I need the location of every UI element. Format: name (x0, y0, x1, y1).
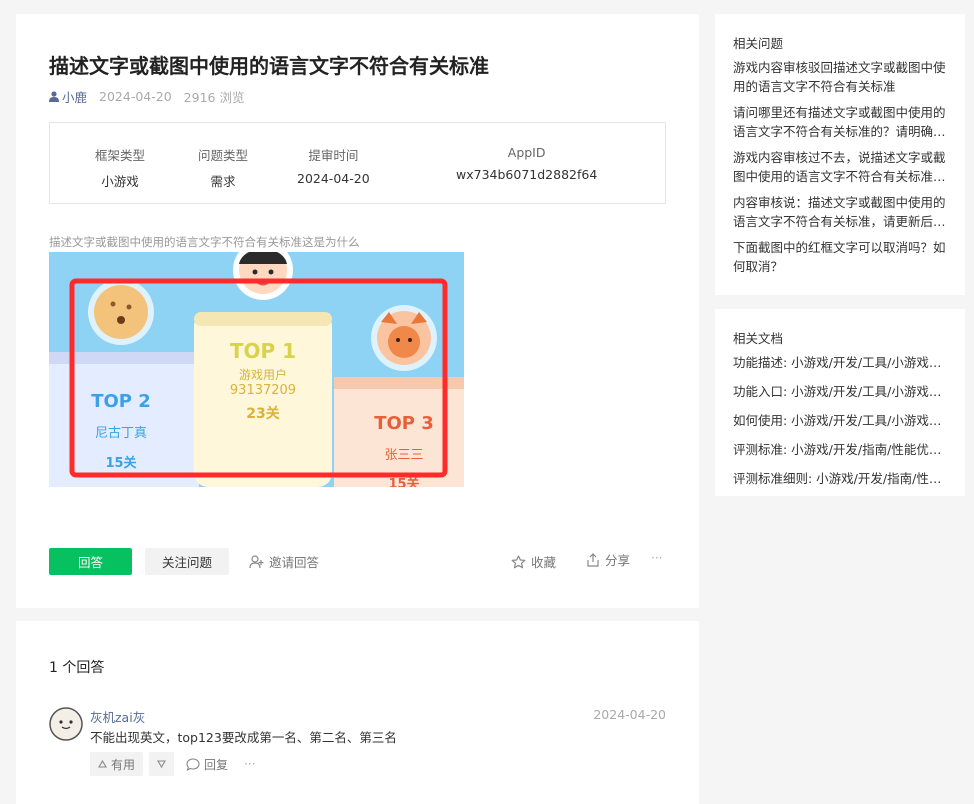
screenshot-top2-label: TOP 2 (91, 391, 151, 412)
info-type-value: 需求 (210, 174, 236, 189)
star-icon (511, 554, 526, 568)
screenshot-top2-level: 15关 (105, 455, 136, 471)
related-docs-title: 相关文档 (733, 331, 784, 346)
question-card: 描述文字或截图中使用的语言文字不符合有关标准 小鹿 2024-04-20 291… (16, 14, 699, 608)
reply-button[interactable]: 回复 (186, 752, 228, 776)
info-type: 问题类型 需求 (198, 145, 248, 190)
answers-card: 1 个回答 灰机zai灰 2024-04-20 不能出现英文，top123要改成… (16, 621, 699, 804)
screenshot-top1-level: 23关 (246, 405, 279, 422)
invite-answer-button[interactable]: 邀请回答 (249, 548, 319, 575)
related-doc-item[interactable]: 功能入口: 小游戏/开发/工具/小游戏调... (733, 382, 947, 401)
info-submit-time: 提审时间 2024-04-20 (297, 145, 370, 186)
answer-content: 不能出现英文，top123要改成第一名、第二名、第三名 (90, 730, 397, 745)
avatar[interactable] (49, 707, 83, 741)
answer-author[interactable]: 灰机zai灰 (90, 707, 145, 726)
answer-button[interactable]: 回答 (49, 548, 132, 575)
info-type-header: 问题类型 (198, 148, 249, 163)
favorite-label: 收藏 (531, 555, 557, 570)
related-docs-panel: 相关文档 功能描述: 小游戏/开发/工具/小游戏调... 功能入口: 小游戏/开… (715, 309, 965, 496)
screenshot-top1-name: 游戏用户 (239, 367, 287, 382)
related-questions-panel: 相关问题 游戏内容审核驳回描述文字或截图中使用的语言文字不符合有关标准 请问哪里… (715, 14, 965, 295)
related-doc-item[interactable]: 如何使用: 小游戏/开发/工具/小游戏调... (733, 411, 947, 430)
share-button[interactable]: 分享 (586, 546, 630, 573)
related-docs-list: 功能描述: 小游戏/开发/工具/小游戏调... 功能入口: 小游戏/开发/工具/… (733, 353, 947, 498)
info-appid-header: AppID (507, 145, 546, 160)
related-question-item[interactable]: 内容审核说：描述文字或截图中使用的语言文字不符合有关标准，请更新后重新... (733, 193, 947, 231)
answer-more-button[interactable]: ··· (244, 752, 255, 776)
related-question-item[interactable]: 游戏内容审核驳回描述文字或截图中使用的语言文字不符合有关标准 (733, 58, 947, 96)
screenshot-top3-label: TOP 3 (374, 413, 434, 434)
info-submit-time-value: 2024-04-20 (297, 171, 370, 186)
related-doc-item[interactable]: 功能描述: 小游戏/开发/工具/小游戏调... (733, 353, 947, 372)
info-framework: 框架类型 小游戏 (95, 145, 145, 190)
related-question-item[interactable]: 游戏内容审核过不去，说描述文字或截图中使用的语言文字不符合有关标准，该... (733, 148, 947, 186)
screenshot-top2-name: 尼古丁真 (95, 426, 147, 441)
favorite-button[interactable]: 收藏 (511, 548, 556, 575)
screenshot-top1-score: 93137209 (230, 383, 296, 398)
useful-button[interactable]: 有用 (90, 752, 144, 776)
question-author-name: 小鹿 (62, 90, 88, 105)
info-submit-time-header: 提审时间 (308, 148, 359, 163)
question-author[interactable]: 小鹿 (49, 87, 87, 106)
useful-label: 有用 (111, 757, 136, 772)
question-views: 2916 浏览 (183, 90, 245, 105)
info-appid: AppID wx734b6071d2882f64 (456, 145, 597, 182)
question-screenshot[interactable]: TOP 1 游戏用户 93137209 23关 TOP 2 尼古丁真 15关 T… (49, 252, 464, 487)
info-appid-value: wx734b6071d2882f64 (456, 167, 598, 182)
not-useful-button[interactable] (149, 752, 175, 776)
info-framework-header: 框架类型 (95, 148, 146, 163)
question-date: 2024-04-20 (99, 89, 172, 104)
follow-question-button[interactable]: 关注问题 (145, 548, 229, 575)
question-info-table: 框架类型 小游戏 问题类型 需求 提审时间 2024-04-20 AppID w… (49, 122, 666, 204)
related-questions-title: 相关问题 (733, 36, 784, 51)
related-question-item[interactable]: 请问哪里还有描述文字或截图中使用的语言文字不符合有关标准的？请明确支出... (733, 103, 947, 141)
info-framework-value: 小游戏 (101, 174, 139, 189)
answer-actions: 有用 回复 ··· (90, 752, 255, 776)
screenshot-top3-level: 15关 (388, 476, 419, 487)
triangle-up-icon (98, 760, 107, 768)
question-title: 描述文字或截图中使用的语言文字不符合有关标准 (49, 54, 489, 78)
user-icon (49, 91, 59, 102)
more-actions-button[interactable]: ··· (651, 544, 662, 571)
screenshot-top1-label: TOP 1 (230, 339, 296, 363)
triangle-down-icon (157, 760, 166, 768)
related-doc-item[interactable]: 评测标准细则: 小游戏/开发/指南/性能... (733, 469, 947, 488)
related-question-item[interactable]: 下面截图中的红框文字可以取消吗？如何取消？ (733, 238, 947, 276)
answers-count: 1 个回答 (49, 660, 105, 676)
share-icon (587, 552, 599, 567)
screenshot-top3-name: 张三三 (384, 448, 423, 463)
image-caption: 描述文字或截图中使用的语言文字不符合有关标准这是为什么 (49, 235, 360, 249)
invite-answer-label: 邀请回答 (269, 555, 320, 570)
invite-user-icon (249, 554, 264, 568)
answer-date: 2024-04-20 (593, 707, 666, 722)
share-label: 分享 (605, 553, 631, 568)
comment-icon (186, 757, 200, 771)
reply-label: 回复 (204, 757, 229, 772)
related-doc-item[interactable]: 评测标准: 小游戏/开发/指南/性能优化/... (733, 440, 947, 459)
question-meta: 小鹿 2024-04-20 2916 浏览 (49, 87, 244, 106)
related-questions-list: 游戏内容审核驳回描述文字或截图中使用的语言文字不符合有关标准 请问哪里还有描述文… (733, 58, 947, 283)
